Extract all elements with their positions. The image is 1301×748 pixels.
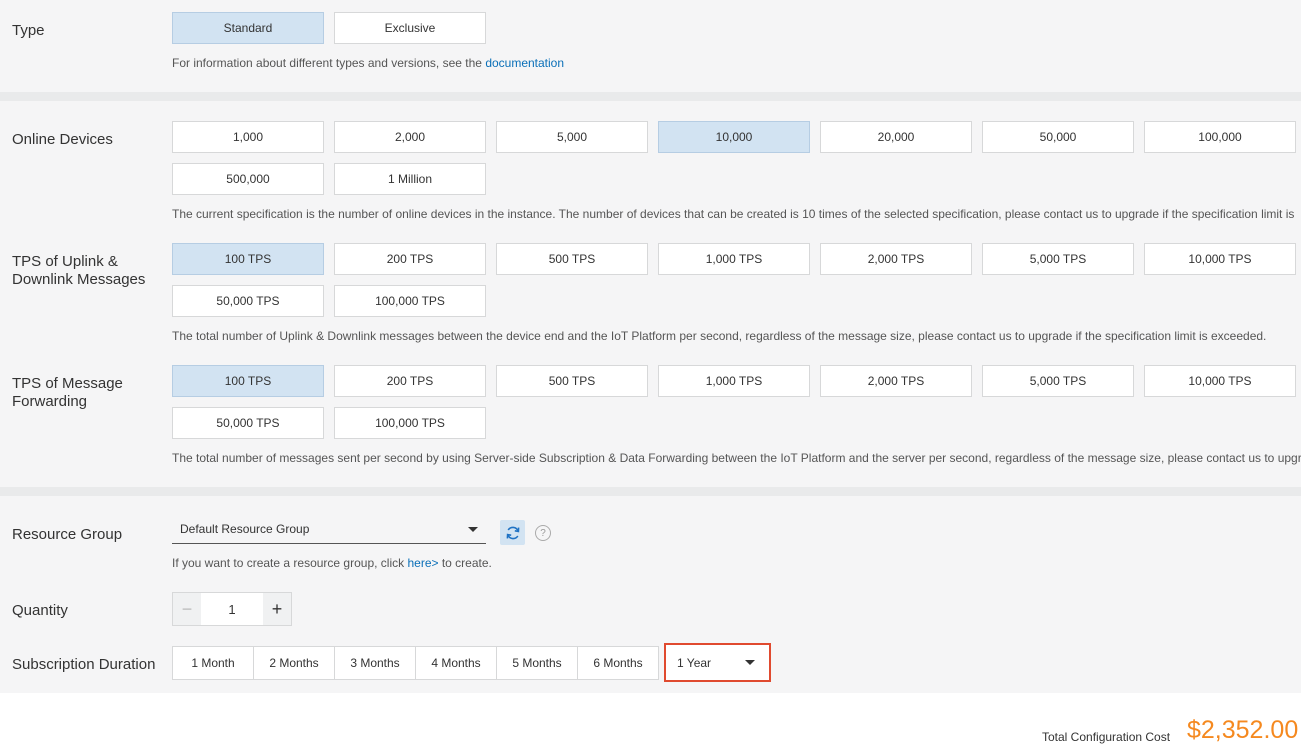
online-devices-label: Online Devices — [12, 131, 113, 148]
forwarding-option[interactable]: 5,000 TPS — [982, 365, 1134, 397]
quantity-input[interactable]: 1 — [201, 593, 263, 625]
tps-uplink-label-line2: Downlink Messages — [12, 271, 146, 288]
type-help-prefix: For information about different types an… — [172, 56, 482, 70]
refresh-icon — [506, 526, 519, 539]
decrement-button[interactable]: − — [173, 593, 201, 625]
uplink-option-selected[interactable]: 100 TPS — [172, 243, 324, 275]
duration-option[interactable]: 1 Month — [172, 646, 254, 680]
tps-forwarding-label: TPS of Message Forwarding — [12, 375, 123, 411]
devices-option-selected[interactable]: 10,000 — [658, 121, 810, 153]
devices-option[interactable]: 2,000 — [334, 121, 486, 153]
type-label: Type — [12, 22, 45, 39]
increment-button[interactable]: + — [263, 593, 291, 625]
type-option-standard[interactable]: Standard — [172, 12, 324, 44]
devices-option[interactable]: 20,000 — [820, 121, 972, 153]
forwarding-option-selected[interactable]: 100 TPS — [172, 365, 324, 397]
chevron-down-icon — [468, 526, 478, 532]
type-option-exclusive[interactable]: Exclusive — [334, 12, 486, 44]
total-cost-label: Total Configuration Cost — [1042, 730, 1171, 744]
uplink-option[interactable]: 2,000 TPS — [820, 243, 972, 275]
duration-option[interactable]: 5 Months — [496, 646, 578, 680]
resource-group-help-prefix: If you want to create a resource group, … — [172, 556, 405, 570]
help-question-icon[interactable]: ? — [535, 525, 551, 541]
duration-option[interactable]: 4 Months — [415, 646, 497, 680]
devices-option[interactable]: 5,000 — [496, 121, 648, 153]
forwarding-option[interactable]: 2,000 TPS — [820, 365, 972, 397]
resource-group-help: If you want to create a resource group, … — [172, 556, 492, 570]
section-divider — [0, 92, 1301, 101]
forwarding-option[interactable]: 200 TPS — [334, 365, 486, 397]
tps-forwarding-help: The total number of messages sent per se… — [172, 451, 1301, 465]
tps-forwarding-label-line2: Forwarding — [12, 393, 88, 410]
tps-uplink-label-line1: TPS of Uplink & — [12, 253, 118, 270]
quantity-label: Quantity — [12, 602, 68, 619]
quantity-stepper: − 1 + — [172, 592, 292, 626]
devices-option[interactable]: 1,000 — [172, 121, 324, 153]
documentation-link[interactable]: documentation — [485, 56, 564, 70]
create-resource-group-link[interactable]: here> — [407, 556, 438, 570]
subscription-duration-label: Subscription Duration — [12, 656, 156, 673]
uplink-option[interactable]: 1,000 TPS — [658, 243, 810, 275]
section-divider — [0, 487, 1301, 496]
uplink-option[interactable]: 5,000 TPS — [982, 243, 1134, 275]
duration-option[interactable]: 6 Months — [577, 646, 659, 680]
duration-option[interactable]: 2 Months — [253, 646, 335, 680]
forwarding-option[interactable]: 50,000 TPS — [172, 407, 324, 439]
resource-group-help-suffix: to create. — [441, 556, 492, 570]
devices-option[interactable]: 50,000 — [982, 121, 1134, 153]
online-devices-help: The current specification is the number … — [172, 207, 1295, 221]
uplink-option[interactable]: 50,000 TPS — [172, 285, 324, 317]
chevron-down-icon — [745, 660, 755, 665]
devices-option[interactable]: 100,000 — [1144, 121, 1296, 153]
uplink-option[interactable]: 500 TPS — [496, 243, 648, 275]
resource-group-value: Default Resource Group — [180, 522, 310, 536]
duration-option[interactable]: 3 Months — [334, 646, 416, 680]
type-help-text: For information about different types an… — [172, 56, 564, 70]
tps-uplink-help: The total number of Uplink & Downlink me… — [172, 329, 1267, 343]
total-cost-value: $2,352.00 — [1187, 716, 1299, 744]
forwarding-option[interactable]: 10,000 TPS — [1144, 365, 1296, 397]
year-duration-select[interactable]: 1 Year — [664, 643, 771, 682]
uplink-option[interactable]: 100,000 TPS — [334, 285, 486, 317]
forwarding-option[interactable]: 100,000 TPS — [334, 407, 486, 439]
forwarding-option[interactable]: 500 TPS — [496, 365, 648, 397]
resource-group-label: Resource Group — [12, 526, 123, 543]
devices-option[interactable]: 1 Million — [334, 163, 486, 195]
tps-forwarding-label-line1: TPS of Message — [12, 375, 123, 392]
refresh-button[interactable] — [500, 520, 525, 545]
resource-group-select[interactable]: Default Resource Group — [172, 515, 486, 544]
forwarding-option[interactable]: 1,000 TPS — [658, 365, 810, 397]
devices-option[interactable]: 500,000 — [172, 163, 324, 195]
tps-uplink-label: TPS of Uplink & Downlink Messages — [12, 253, 145, 289]
year-duration-value: 1 Year — [677, 655, 712, 670]
uplink-option[interactable]: 200 TPS — [334, 243, 486, 275]
uplink-option[interactable]: 10,000 TPS — [1144, 243, 1296, 275]
